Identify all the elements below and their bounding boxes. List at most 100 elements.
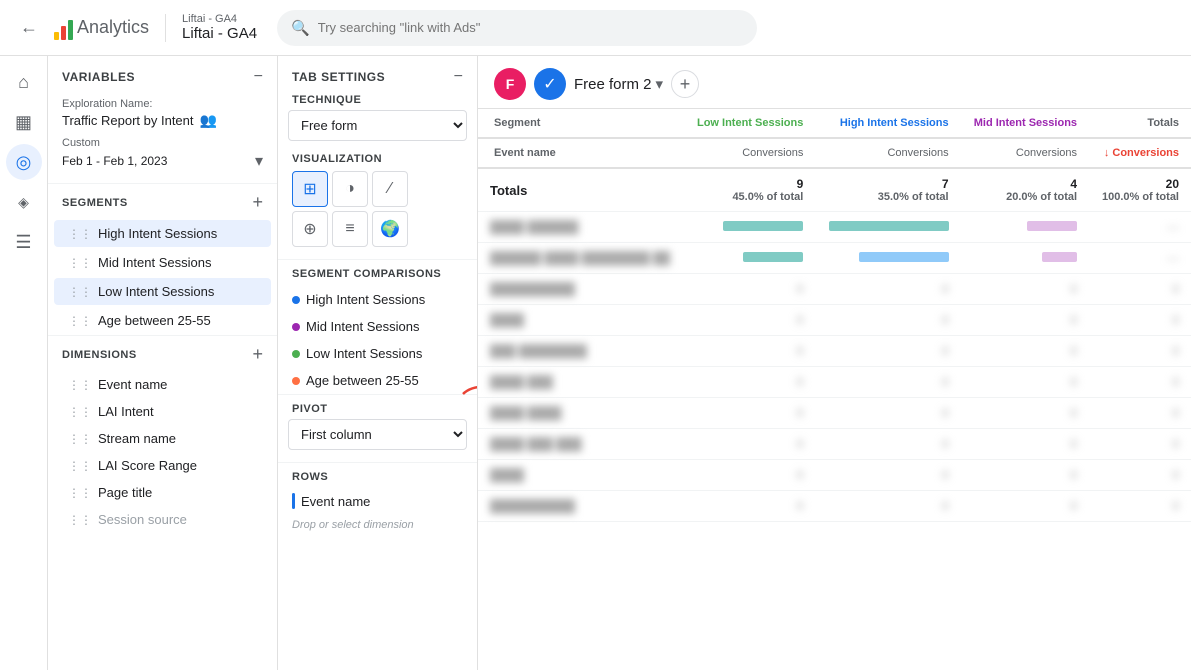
pivot-select[interactable]: First column [288, 419, 467, 450]
th-event-name: Event name [478, 138, 684, 168]
date-dropdown-icon[interactable]: ▾ [255, 151, 263, 171]
seg-comp-mid-intent[interactable]: Mid Intent Sessions [278, 313, 477, 340]
viz-table-btn[interactable]: ⊞ [292, 171, 328, 207]
search-icon: 🔍 [291, 19, 310, 37]
seg-comp-dot [292, 377, 300, 385]
tab-name-dropdown[interactable]: Free form 2 ▾ [574, 75, 663, 93]
search-bar[interactable]: 🔍 [277, 10, 757, 46]
segment-item-age[interactable]: ⋮⋮ Age between 25-55 [54, 307, 271, 334]
table-row: ████ 0 0 0 0 [478, 460, 1191, 491]
segment-item-high-intent[interactable]: ⋮⋮ High Intent Sessions [54, 220, 271, 247]
th-segment: Segment [478, 109, 684, 138]
seg-comp-label: SEGMENT COMPARISONS [278, 259, 477, 286]
pivot-dropdown[interactable]: First column [288, 419, 467, 450]
row-mid: 0 [961, 429, 1089, 460]
search-input[interactable] [318, 20, 743, 35]
data-table-wrap: Segment Low Intent Sessions High Intent … [478, 109, 1191, 670]
technique-dropdown[interactable]: Free form [288, 110, 467, 141]
tab-settings-title: Tab Settings [292, 70, 385, 84]
date-range-row: Feb 1 - Feb 1, 2023 ▾ [48, 149, 277, 183]
viz-label: VISUALIZATION [278, 153, 477, 171]
viz-bar-btn[interactable]: ≡ [332, 211, 368, 247]
seg-comp-label-text: Mid Intent Sessions [306, 319, 419, 334]
segment-item-low-intent[interactable]: ⋮⋮ Low Intent Sessions [54, 278, 271, 305]
drag-icon: ⋮⋮ [68, 256, 92, 270]
people-icon: 👥 [200, 112, 217, 129]
back-button[interactable]: ← [16, 13, 42, 42]
row-low: 0 [684, 367, 816, 398]
segments-add-icon[interactable]: + [252, 192, 263, 213]
drag-icon: ⋮⋮ [68, 513, 92, 527]
technique-select[interactable]: Free form [288, 110, 467, 141]
variables-panel: Variables − Exploration Name: Traffic Re… [48, 56, 278, 670]
row-low [684, 243, 816, 274]
table-row: ████ ███ 0 0 0 0 [478, 367, 1191, 398]
dimensions-title: DIMENSIONS [62, 349, 137, 361]
dim-item-lai-score[interactable]: ⋮⋮ LAI Score Range [54, 453, 271, 478]
th-low-intent: Low Intent Sessions [684, 109, 816, 138]
drag-icon: ⋮⋮ [68, 378, 92, 392]
row-mid: 0 [961, 274, 1089, 305]
advertising-icon[interactable]: ◈ [6, 184, 42, 220]
seg-comp-dot [292, 323, 300, 331]
th-mid-intent: Mid Intent Sessions [961, 109, 1089, 138]
dim-item-event-name[interactable]: ⋮⋮ Event name [54, 372, 271, 397]
row-mid: 0 [961, 460, 1089, 491]
row-mid: 0 [961, 491, 1089, 522]
account-info[interactable]: Liftai - GA4 Liftai - GA4 [182, 13, 257, 42]
main-layout: ⌂ ▦ ◎ ◈ ☰ Variables − Exploration Name: … [0, 56, 1191, 670]
seg-comp-age[interactable]: Age between 25-55 [278, 367, 477, 394]
row-total: 0 [1089, 305, 1191, 336]
row-mid [961, 212, 1089, 243]
row-mid: 0 [961, 336, 1089, 367]
totals-label: Totals [478, 168, 684, 212]
row-event-name: ███ ████████ [478, 336, 684, 367]
th-totals: Totals [1089, 109, 1191, 138]
viz-line-btn[interactable]: ⁄ [372, 171, 408, 207]
reports-icon[interactable]: ▦ [6, 104, 42, 140]
configure-icon[interactable]: ☰ [6, 224, 42, 260]
segment-item-mid-intent[interactable]: ⋮⋮ Mid Intent Sessions [54, 249, 271, 276]
add-tab-button[interactable]: + [671, 70, 699, 98]
drag-icon: ⋮⋮ [68, 227, 92, 241]
rows-label: ROWS [278, 462, 477, 487]
logo-icon [54, 16, 73, 40]
segment-label: Mid Intent Sessions [98, 255, 211, 270]
rows-event-name[interactable]: Event name [278, 487, 477, 515]
viz-geo-btn[interactable]: 🌍 [372, 211, 408, 247]
tab-dropdown-chevron: ▾ [656, 75, 664, 93]
row-event-name: ████ ██████ [478, 212, 684, 243]
row-high: 0 [815, 398, 960, 429]
dim-item-stream-name[interactable]: ⋮⋮ Stream name [54, 426, 271, 451]
variables-close-icon[interactable]: − [254, 68, 263, 86]
tab-settings-panel: Tab Settings − TECHNIQUE Free form VISUA… [278, 56, 478, 670]
left-nav: ⌂ ▦ ◎ ◈ ☰ [0, 56, 48, 670]
row-low [684, 212, 816, 243]
dim-item-session-source[interactable]: ⋮⋮ Session source [54, 507, 271, 532]
dimensions-add-icon[interactable]: + [252, 344, 263, 365]
row-total: — [1089, 212, 1191, 243]
row-event-name: ████ ███ ███ [478, 429, 684, 460]
row-event-name: ████ [478, 460, 684, 491]
row-total: 0 [1089, 398, 1191, 429]
viz-pie-btn[interactable]: ◑ [332, 171, 368, 207]
table-row: ██████████ 0 0 0 0 [478, 274, 1191, 305]
row-low: 0 [684, 429, 816, 460]
row-mid [961, 243, 1089, 274]
drag-icon: ⋮⋮ [68, 432, 92, 446]
dim-item-page-title[interactable]: ⋮⋮ Page title [54, 480, 271, 505]
explore-icon[interactable]: ◎ [6, 144, 42, 180]
dim-item-lai-intent[interactable]: ⋮⋮ LAI Intent [54, 399, 271, 424]
seg-comp-high-intent[interactable]: High Intent Sessions [278, 286, 477, 313]
tab-settings-close-icon[interactable]: − [454, 68, 463, 86]
seg-comp-low-intent[interactable]: Low Intent Sessions [278, 340, 477, 367]
row-total: 0 [1089, 336, 1191, 367]
row-event-name: ██████ ████ ████████ ██ [478, 243, 684, 274]
viz-scatter-btn[interactable]: ⊕ [292, 211, 328, 247]
table-row: ██████████ 0 0 0 0 [478, 491, 1191, 522]
row-low: 0 [684, 460, 816, 491]
row-total: 0 [1089, 491, 1191, 522]
variables-panel-header: Variables − [48, 56, 277, 94]
rows-dot [292, 493, 295, 509]
home-icon[interactable]: ⌂ [6, 64, 42, 100]
